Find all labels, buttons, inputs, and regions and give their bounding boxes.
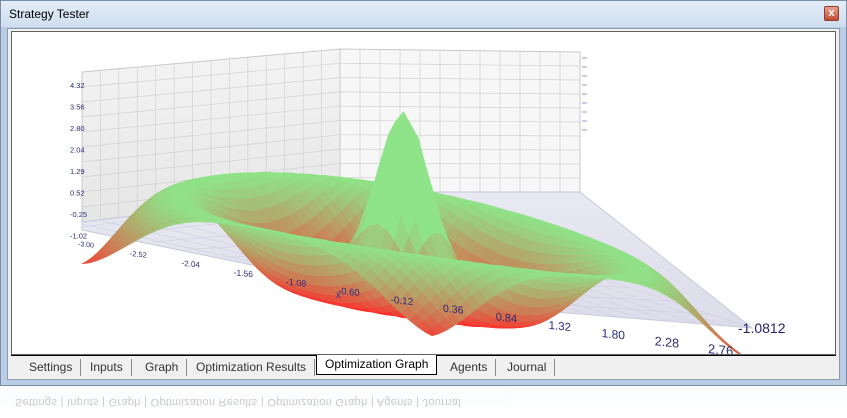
tab-optimization-results[interactable]: Optimization Results: [188, 359, 316, 376]
x-tick-label: -2.52: [130, 249, 147, 260]
z-tick-label: -1.02: [70, 232, 87, 241]
tab-graph[interactable]: Graph: [137, 359, 188, 376]
tab-optimization-graph[interactable]: Optimization Graph: [316, 355, 438, 375]
z-tick-label: 3.56: [70, 103, 85, 112]
x-tick-label: 2.76: [708, 341, 733, 354]
x-tick-label: 0.36: [443, 303, 464, 317]
x-tick-label: -1.56: [234, 267, 254, 279]
y-axis-ticks-right: [582, 57, 587, 131]
y-end-value: -1.0812: [738, 320, 786, 336]
tester-client-area: 4.32 3.56 2.80 2.04 1.29 0.52 -0.25 -1.02 -3.00…: [7, 28, 840, 380]
tester-tab-bar: Settings Inputs Graph Optimization Results O…: [11, 355, 836, 378]
x-tick-label: 2.28: [655, 334, 679, 351]
z-tick-label: 0.52: [70, 189, 85, 198]
x-tick-label: 1.32: [549, 320, 571, 334]
x-tick-label: -3.00: [78, 241, 94, 250]
optimization-graph-panel[interactable]: 4.32 3.56 2.80 2.04 1.29 0.52 -0.25 -1.02 -3.00…: [11, 31, 836, 355]
x-axis-label: x: [336, 290, 341, 301]
tab-journal[interactable]: Journal: [499, 359, 556, 376]
window-reflection: Settings | Inputs | Graph | Optimization…: [0, 386, 847, 418]
optimization-3d-surface-chart[interactable]: 4.32 3.56 2.80 2.04 1.29 0.52 -0.25 -1.02 -3.00…: [12, 32, 835, 354]
z-tick-label: 2.80: [70, 124, 85, 133]
title-bar[interactable]: Strategy Tester x: [1, 1, 846, 27]
z-tick-label: -0.25: [70, 210, 87, 219]
x-tick-label: -2.04: [182, 259, 201, 270]
x-tick-label: -0.60: [338, 286, 360, 299]
tab-inputs[interactable]: Inputs: [82, 359, 132, 376]
z-tick-label: 4.32: [70, 81, 85, 90]
window-title: Strategy Tester: [9, 7, 90, 21]
strategy-tester-window: Strategy Tester x 4.32 3.56 2.80 2.04 1.…: [0, 0, 847, 386]
z-tick-label: 1.29: [70, 167, 85, 176]
z-tick-label: 2.04: [70, 146, 85, 155]
x-tick-label: 1.80: [602, 326, 626, 342]
close-button[interactable]: x: [824, 6, 839, 21]
tab-agents[interactable]: Agents: [442, 359, 497, 376]
x-tick-label: 0.84: [496, 311, 517, 325]
reflection-tab-labels: Settings | Inputs | Graph | Optimization…: [15, 396, 461, 408]
close-icon: x: [828, 7, 835, 19]
tab-settings[interactable]: Settings: [21, 359, 82, 376]
